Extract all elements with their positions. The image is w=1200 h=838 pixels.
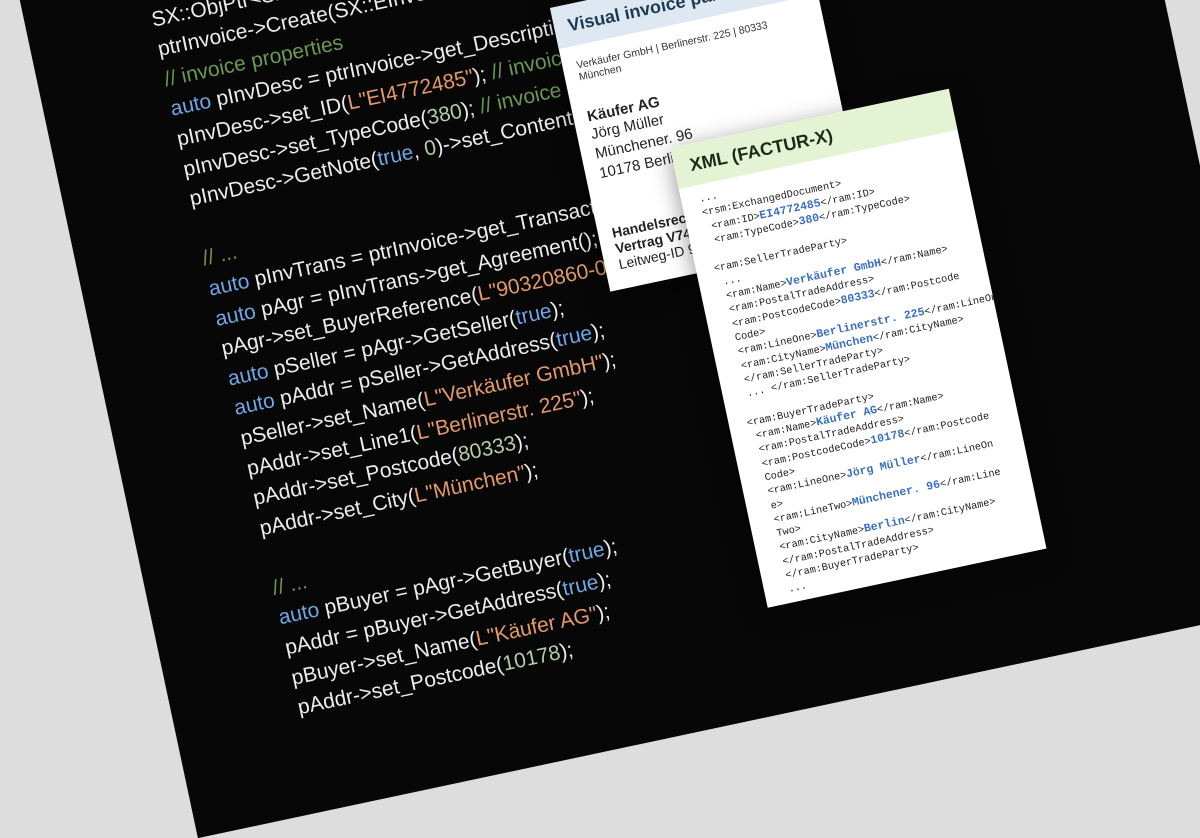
code-token: );: [589, 319, 607, 345]
code-token: // ...: [270, 570, 310, 600]
code-token: auto: [168, 88, 219, 121]
code-token: true: [375, 140, 416, 171]
code-token: true: [513, 299, 554, 330]
code-token: true: [566, 538, 607, 569]
code-token: // ...: [200, 240, 240, 271]
code-token: true: [554, 321, 595, 352]
code-token: auto: [225, 358, 277, 391]
code-token: auto: [206, 268, 258, 301]
code-token: auto: [232, 388, 283, 421]
xml-tag: ...: [781, 580, 809, 598]
code-token: auto: [276, 597, 328, 630]
code-token: 380: [424, 99, 465, 130]
code-token: true: [560, 570, 601, 601]
code-token: auto: [213, 298, 264, 331]
